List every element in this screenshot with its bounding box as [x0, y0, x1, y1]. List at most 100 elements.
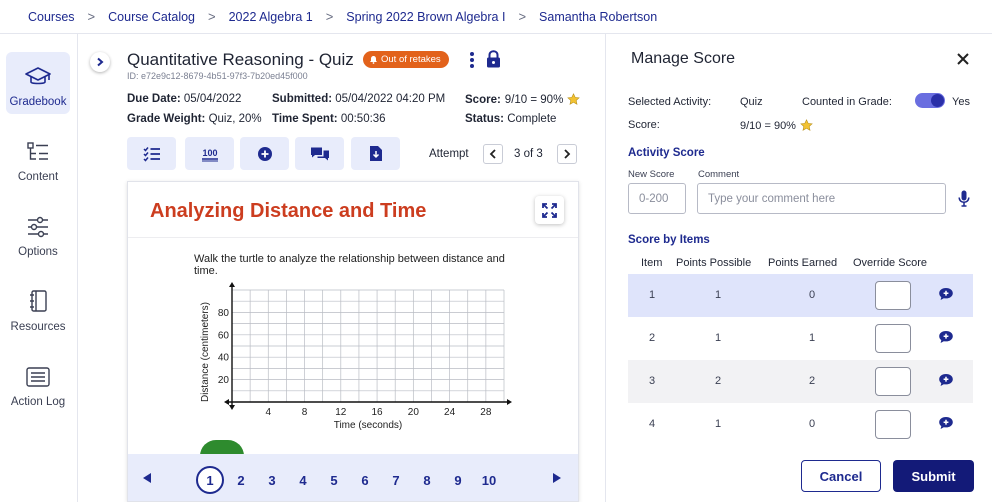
page-number-button[interactable]: 7 [382, 466, 410, 494]
download-file-icon [369, 145, 383, 162]
voice-input-button[interactable] [958, 190, 970, 207]
previous-question-button[interactable] [142, 472, 152, 484]
chevron-right-icon: > [518, 9, 527, 24]
points-possible: 1 [714, 418, 722, 430]
chevron-left-icon [489, 149, 497, 159]
y-axis-label: Distance (centimeters) [200, 302, 211, 402]
page-number-button[interactable]: 2 [227, 466, 255, 494]
comment-input[interactable] [697, 183, 946, 214]
time-spent: Time Spent: 00:50:36 [272, 113, 386, 125]
chevron-right-icon: > [208, 9, 216, 24]
override-score-input[interactable] [875, 281, 911, 310]
score-button[interactable]: 100 [185, 137, 234, 170]
column-header-item: Item [641, 257, 663, 269]
breadcrumb: Courses > Course Catalog > 2022 Algebra … [0, 0, 992, 34]
score-label: Score: [628, 119, 660, 131]
page-number-button[interactable]: 4 [289, 466, 317, 494]
question-title: Analyzing Distance and Time [150, 200, 427, 222]
lock-button[interactable] [486, 50, 501, 68]
add-comment-icon [938, 330, 954, 344]
activity-title: Quantitative Reasoning - Quiz [127, 50, 354, 69]
add-comment-icon [938, 416, 954, 430]
left-nav: Gradebook Content Options Resources Acti… [0, 34, 78, 502]
comment-label: Comment [698, 169, 740, 180]
override-score-input[interactable] [875, 410, 911, 439]
x-axis-label: Time (seconds) [334, 420, 403, 431]
x-tick-label: 28 [480, 407, 492, 418]
activity-id: ID: e72e9c12-8679-4b51-97f3-7b20ed45f000 [127, 71, 308, 81]
grade-weight: Grade Weight: Quiz, 20% [127, 113, 262, 125]
nav-item-resources[interactable]: Resources [6, 277, 70, 339]
expand-preview-button[interactable] [535, 196, 564, 224]
more-options-button[interactable] [469, 51, 475, 69]
breadcrumb-course[interactable]: 2022 Algebra 1 [229, 10, 313, 24]
add-comment-button[interactable] [938, 287, 954, 301]
attempt-value: 3 of 3 [514, 148, 543, 160]
expand-nav-button[interactable] [90, 52, 110, 72]
add-button[interactable] [240, 137, 289, 170]
add-comment-icon [938, 287, 954, 301]
page-number-button[interactable]: 5 [320, 466, 348, 494]
y-tick-label: 80 [218, 308, 230, 319]
points-possible: 2 [714, 375, 722, 387]
chevron-right-icon: > [87, 9, 96, 24]
previous-attempt-button[interactable] [483, 144, 503, 164]
content-list-icon [26, 141, 50, 163]
override-score-input[interactable] [875, 367, 911, 396]
next-question-button[interactable] [552, 472, 562, 484]
submitted-date: Submitted: 05/04/2022 04:20 PM [272, 93, 446, 105]
add-comment-button[interactable] [938, 373, 954, 387]
manage-score-title: Manage Score [631, 50, 736, 67]
checklist-icon [142, 146, 161, 162]
comments-icon [310, 146, 330, 162]
new-score-input[interactable] [628, 183, 686, 214]
counted-in-grade-value: Yes [952, 96, 970, 108]
counted-in-grade-label: Counted in Grade: [802, 96, 892, 108]
panel-divider [605, 34, 606, 502]
nav-item-options[interactable]: Options [6, 202, 70, 264]
star-icon [567, 93, 581, 106]
new-score-label: New Score [628, 169, 675, 180]
x-tick-label: 16 [372, 407, 384, 418]
comments-button[interactable] [295, 137, 344, 170]
breadcrumb-student[interactable]: Samantha Robertson [539, 10, 657, 24]
nav-item-action-log[interactable]: Action Log [6, 352, 70, 414]
breadcrumb-section[interactable]: Spring 2022 Brown Algebra I [346, 10, 505, 24]
override-score-input[interactable] [875, 324, 911, 353]
column-header-override-score: Override Score [853, 257, 927, 269]
breadcrumb-courses[interactable]: Courses [28, 10, 75, 24]
add-comment-button[interactable] [938, 330, 954, 344]
kebab-menu-icon [469, 51, 475, 69]
download-button[interactable] [351, 137, 400, 170]
log-icon [25, 366, 51, 388]
cancel-button[interactable]: Cancel [801, 460, 881, 492]
page-number-button[interactable]: 6 [351, 466, 379, 494]
submit-button[interactable]: Submit [893, 460, 974, 492]
add-comment-icon [938, 373, 954, 387]
activity-status: Status: Complete [465, 113, 557, 125]
sliders-icon [26, 216, 50, 238]
points-earned: 2 [808, 375, 816, 387]
breadcrumb-course-catalog[interactable]: Course Catalog [108, 10, 195, 24]
page-number-button[interactable]: 9 [444, 466, 472, 494]
page-number-button[interactable]: 10 [475, 466, 503, 494]
selected-activity-label: Selected Activity: [628, 96, 712, 108]
distance-time-graph: 20 40 60 80 4 8 12 16 20 24 28 Distance (centimete… [200, 282, 512, 431]
activity-score-title: Activity Score [628, 147, 705, 159]
nav-item-gradebook[interactable]: Gradebook [6, 52, 70, 114]
page-number-button[interactable]: 8 [413, 466, 441, 494]
item-number: 2 [648, 332, 656, 344]
table-row: 4 1 0 [628, 403, 973, 446]
next-attempt-button[interactable] [557, 144, 577, 164]
checklist-button[interactable] [127, 137, 176, 170]
add-comment-button[interactable] [938, 416, 954, 430]
page-number-button[interactable]: 1 [196, 466, 224, 494]
divider [128, 237, 578, 238]
counted-in-grade-toggle[interactable] [915, 93, 945, 108]
star-icon [800, 119, 813, 132]
item-number: 3 [648, 375, 656, 387]
close-button[interactable] [957, 53, 969, 65]
nav-item-content[interactable]: Content [6, 127, 70, 189]
page-number-button[interactable]: 3 [258, 466, 286, 494]
column-header-points-earned: Points Earned [768, 257, 838, 269]
